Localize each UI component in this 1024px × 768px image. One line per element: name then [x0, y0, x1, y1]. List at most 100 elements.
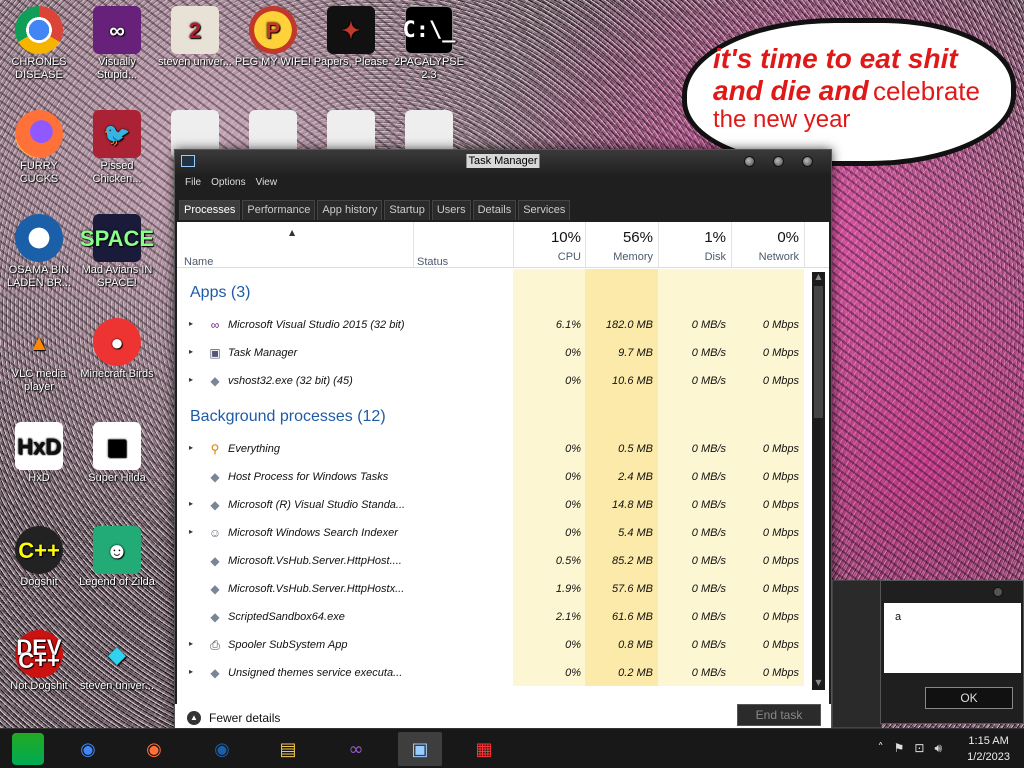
- desktop-icon[interactable]: ✦ Papers, Please: [312, 6, 390, 69]
- flag-icon[interactable]: ⚑: [894, 741, 905, 756]
- column-name[interactable]: Name: [184, 256, 213, 268]
- process-row[interactable]: ▸ ◆ Unsigned themes service executa... 0% 0.…: [177, 659, 804, 686]
- desktop-icon-label: VLC media player: [11, 368, 67, 393]
- desktop-icon[interactable]: 2 steven univer...: [156, 6, 234, 69]
- taskbar-chrome[interactable]: ◉: [66, 732, 110, 766]
- desktop-icon[interactable]: C++ Dogshit: [0, 526, 78, 589]
- process-row[interactable]: ▸ ◆ Microsoft (R) Visual Studio Standa... 0…: [177, 491, 804, 519]
- process-network: 0 Mbps: [762, 375, 799, 387]
- network-icon[interactable]: ⊡: [914, 741, 924, 756]
- scrollbar[interactable]: ▲ ▼: [812, 272, 825, 690]
- fewer-details-button[interactable]: ▲ Fewer details: [187, 711, 280, 725]
- scroll-up-icon[interactable]: ▲: [812, 272, 825, 284]
- menu-item-file[interactable]: File: [181, 174, 207, 192]
- process-disk: 0 MB/s: [691, 555, 726, 567]
- process-network: 0 Mbps: [762, 443, 799, 455]
- title-bar[interactable]: Task Manager: [175, 150, 831, 174]
- desktop-icon[interactable]: P PEG MY WIFE!: [234, 6, 312, 69]
- process-disk: 0 MB/s: [691, 583, 726, 595]
- desktop-icon[interactable]: CHRONES DISEASE: [0, 6, 78, 82]
- memory-label: Memory: [613, 251, 653, 263]
- desktop-icon[interactable]: ◆ steven univer...: [78, 630, 156, 693]
- expand-chevron-icon[interactable]: ▸: [189, 499, 193, 508]
- task-manager-icon: ▣: [209, 346, 221, 360]
- sort-arrow-icon[interactable]: ▲: [289, 228, 295, 237]
- ok-button[interactable]: OK: [925, 687, 1013, 709]
- tab-startup[interactable]: Startup: [384, 200, 430, 220]
- process-row[interactable]: ◆ ScriptedSandbox64.exe 2.1% 61.6 MB 0 MB/s 0…: [177, 603, 804, 631]
- maximize-button[interactable]: [773, 156, 784, 167]
- process-row[interactable]: ◆ Microsoft.VsHub.Server.HttpHostx... 1.9%…: [177, 575, 804, 603]
- process-cpu: 2.1%: [555, 611, 581, 623]
- volume-icon[interactable]: 🔊︎: [934, 741, 942, 756]
- expand-chevron-icon[interactable]: ▸: [189, 375, 193, 384]
- process-row[interactable]: ▸ ⚲ Everything 0% 0.5 MB 0 MB/s 0 Mbps: [177, 435, 804, 463]
- process-name: Everything: [228, 443, 280, 455]
- scroll-thumb[interactable]: [814, 286, 823, 418]
- desktop-icon-label: PEG MY WIFE!: [234, 56, 312, 68]
- tab-users[interactable]: Users: [431, 200, 471, 220]
- desktop-icon[interactable]: ☻ Legend of Zilda: [78, 526, 156, 589]
- taskbar-task-manager[interactable]: ▣: [398, 732, 442, 766]
- close-icon[interactable]: [993, 587, 1003, 597]
- taskbar-visual-studio[interactable]: ∞: [334, 732, 378, 766]
- process-row[interactable]: ▸ ⎙ Spooler SubSystem App 0% 0.8 MB 0 MB/s 0 M…: [177, 631, 804, 659]
- desktop-icon[interactable]: ▲ VLC media player: [0, 318, 78, 394]
- desktop-icon[interactable]: ● Minecraft Birds: [78, 318, 156, 381]
- app-icon: ∞: [93, 6, 141, 54]
- column-network[interactable]: 0% Network: [731, 222, 799, 268]
- app-icon: 2: [171, 6, 219, 54]
- process-row[interactable]: ▸ ∞ Microsoft Visual Studio 2015 (32 bit) 6…: [177, 311, 804, 339]
- taskbar-firefox[interactable]: ◉: [132, 732, 176, 766]
- chevron-up-icon[interactable]: ˄: [878, 741, 884, 756]
- tab-performance[interactable]: Performance: [242, 200, 316, 220]
- desktop-icon-label: Legend of Zilda: [79, 576, 155, 588]
- taskbar-file-explorer[interactable]: ▤: [266, 732, 310, 766]
- desktop-icon[interactable]: SPACE Mad Avians IN SPACE!: [78, 214, 156, 290]
- clock[interactable]: 1:15 AM 1/2/2023: [967, 733, 1010, 765]
- desktop-icon[interactable]: ▦ Super Hilda: [78, 422, 156, 485]
- tab-services[interactable]: Services: [518, 200, 571, 220]
- desktop-icon[interactable]: DEV C++ Not Dogshit: [0, 630, 78, 693]
- desktop-icon[interactable]: C:\_ 2PACALYPSE 2.3: [390, 6, 468, 82]
- process-row[interactable]: ◆ Host Process for Windows Tasks 0% 2.4 MB 0…: [177, 463, 804, 491]
- app-icon: [15, 214, 63, 262]
- desktop-icon[interactable]: HxD HxD: [0, 422, 78, 485]
- menu-item-options[interactable]: Options: [207, 174, 251, 192]
- close-button[interactable]: [802, 156, 813, 167]
- expand-chevron-icon[interactable]: ▸: [189, 443, 193, 452]
- expand-chevron-icon[interactable]: ▸: [189, 527, 193, 536]
- process-icon: ◆: [210, 498, 220, 512]
- process-row[interactable]: ▸ ▣ Task Manager 0% 9.7 MB 0 MB/s 0 Mbps: [177, 339, 804, 367]
- printer-icon: ⎙: [210, 638, 220, 652]
- desktop-icon[interactable]: 🐦 Pissed Chicken...: [78, 110, 156, 186]
- process-row[interactable]: ▸ ◆ vshost32.exe (32 bit) (45) 0% 10.6 MB 0 M…: [177, 367, 804, 395]
- column-status[interactable]: Status: [417, 256, 448, 268]
- tab-processes[interactable]: Processes: [179, 200, 241, 220]
- expand-chevron-icon[interactable]: ▸: [189, 639, 193, 648]
- tab-details[interactable]: Details: [472, 200, 517, 220]
- taskbar-app[interactable]: ▦: [462, 732, 506, 766]
- start-button[interactable]: [6, 732, 50, 766]
- expand-chevron-icon[interactable]: ▸: [189, 347, 193, 356]
- expand-chevron-icon[interactable]: ▸: [189, 319, 193, 328]
- column-memory[interactable]: 56% Memory: [585, 222, 653, 268]
- column-cpu[interactable]: 10% CPU: [513, 222, 581, 268]
- taskbar-obama[interactable]: ◉: [200, 732, 244, 766]
- expand-chevron-icon[interactable]: ▸: [189, 667, 193, 676]
- column-disk[interactable]: 1% Disk: [658, 222, 726, 268]
- system-tray: ˄ ⚑ ⊡ 🔊︎: [878, 741, 942, 756]
- desktop-icon-label: FURRY CUCKS: [19, 160, 59, 185]
- scroll-down-icon[interactable]: ▼: [812, 678, 825, 690]
- desktop-icon[interactable]: OSAMA BIN LADEN BR...: [0, 214, 78, 290]
- end-task-button[interactable]: End task: [737, 704, 821, 726]
- process-row[interactable]: ◆ Microsoft.VsHub.Server.HttpHost.... 0.5%…: [177, 547, 804, 575]
- minimize-button[interactable]: [744, 156, 755, 167]
- process-row[interactable]: ▸ ☺ Microsoft Windows Search Indexer 0% 5.4 …: [177, 519, 804, 547]
- menu-item-view[interactable]: View: [252, 174, 284, 192]
- tab-app-history[interactable]: App history: [317, 200, 383, 220]
- process-name: Host Process for Windows Tasks: [228, 471, 389, 483]
- desktop-icon[interactable]: ∞ Visually Stupid...: [78, 6, 156, 82]
- process-name: Microsoft.VsHub.Server.HttpHost....: [228, 555, 402, 567]
- desktop-icon[interactable]: FURRY CUCKS: [0, 110, 78, 186]
